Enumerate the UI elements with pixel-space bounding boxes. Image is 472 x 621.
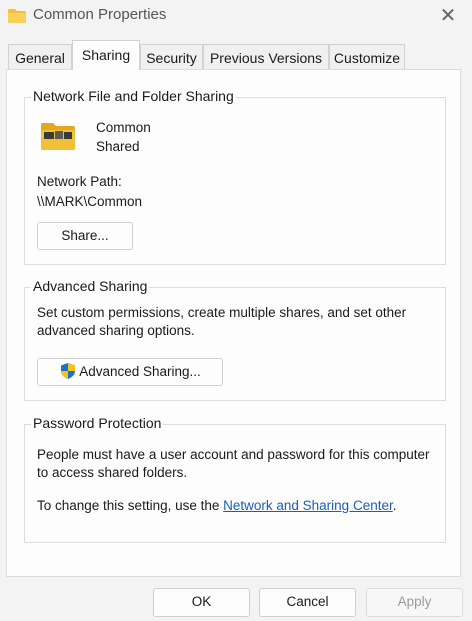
tab-label: Previous Versions bbox=[209, 50, 323, 66]
password-protection-description: People must have a user account and pass… bbox=[37, 447, 430, 462]
change-setting-suffix: . bbox=[392, 498, 397, 513]
advanced-sharing-button-label: Advanced Sharing... bbox=[79, 364, 201, 379]
network-sharing-center-link[interactable]: Network and Sharing Center bbox=[223, 498, 393, 513]
tab-label: General bbox=[15, 50, 65, 66]
password-protection-group: Password Protection People must have a u… bbox=[24, 415, 446, 543]
network-path-label: Network Path: bbox=[37, 174, 122, 189]
sharing-panel: Network File and Folder Sharing Common S… bbox=[6, 69, 461, 577]
advanced-sharing-description: Set custom permissions, create multiple … bbox=[37, 305, 407, 320]
tab-security[interactable]: Security bbox=[140, 44, 203, 69]
group-title: Network File and Folder Sharing bbox=[31, 88, 236, 104]
tab-label: Sharing bbox=[81, 47, 131, 63]
tab-previous-versions[interactable]: Previous Versions bbox=[203, 44, 329, 69]
share-button[interactable]: Share... bbox=[37, 222, 133, 250]
folder-icon bbox=[8, 9, 26, 23]
advanced-sharing-button[interactable]: Advanced Sharing... bbox=[37, 358, 223, 386]
network-sharing-group: Network File and Folder Sharing Common S… bbox=[24, 88, 446, 265]
group-title: Password Protection bbox=[31, 415, 164, 431]
tab-general[interactable]: General bbox=[8, 44, 72, 69]
cancel-button[interactable]: Cancel bbox=[259, 588, 356, 617]
window-title: Common Properties bbox=[33, 6, 167, 23]
tab-customize[interactable]: Customize bbox=[329, 44, 405, 69]
close-icon[interactable]: ✕ bbox=[432, 1, 464, 29]
change-setting-text: To change this setting, use the Network … bbox=[37, 497, 396, 515]
folder-name: Common bbox=[96, 120, 151, 135]
network-path-value: \\MARK\Common bbox=[37, 194, 143, 209]
tab-label: Customize bbox=[333, 50, 401, 66]
tab-label: Security bbox=[146, 50, 197, 66]
shared-folder-icon bbox=[41, 123, 75, 150]
ok-button[interactable]: OK bbox=[153, 588, 250, 617]
change-setting-prefix: To change this setting, use the bbox=[37, 498, 224, 513]
folder-status: Shared bbox=[96, 139, 140, 154]
tab-sharing[interactable]: Sharing bbox=[72, 40, 140, 70]
title-bar: Common Properties ✕ bbox=[0, 0, 472, 32]
password-protection-description: to access shared folders. bbox=[37, 465, 188, 480]
group-title: Advanced Sharing bbox=[31, 278, 150, 294]
apply-button[interactable]: Apply bbox=[366, 588, 463, 617]
advanced-sharing-description: advanced sharing options. bbox=[37, 323, 195, 338]
uac-shield-icon bbox=[61, 363, 76, 379]
advanced-sharing-group: Advanced Sharing Set custom permissions,… bbox=[24, 278, 446, 401]
